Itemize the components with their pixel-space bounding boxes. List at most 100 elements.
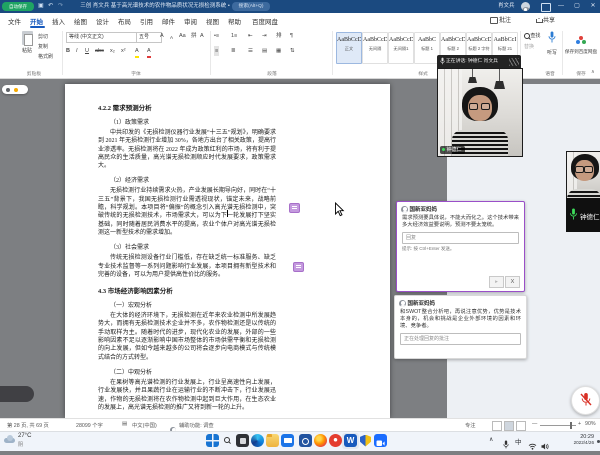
- grow-font-button[interactable]: A: [160, 31, 164, 41]
- close-button[interactable]: ✕: [586, 0, 600, 12]
- shrink-font-button[interactable]: A: [170, 33, 173, 43]
- zoom-out-button[interactable]: —: [532, 421, 537, 427]
- firefox-icon[interactable]: [314, 434, 327, 447]
- page-indicator[interactable]: 第 28 页, 共 69 页: [7, 421, 49, 429]
- zoom-slider-thumb[interactable]: [570, 422, 572, 429]
- bold-button[interactable]: B: [66, 46, 70, 56]
- comment-anchor-icon[interactable]: [289, 203, 300, 213]
- style-no-spacing-1[interactable]: AaBbCcD无间隔1: [388, 32, 414, 64]
- font-size-select[interactable]: 五号: [136, 32, 162, 43]
- decrease-indent-button[interactable]: ⇤: [248, 31, 253, 41]
- tray-clock[interactable]: 20:29 2022/4/26: [558, 434, 594, 445]
- style-no-spacing[interactable]: AaBbCcDx无间隔: [362, 32, 388, 64]
- view-web-layout-button[interactable]: [516, 421, 526, 431]
- highlight-color-button[interactable]: A: [135, 46, 139, 58]
- shading-button[interactable]: ▤: [262, 46, 267, 56]
- task-view-button[interactable]: [236, 434, 249, 447]
- taskbar-search-button[interactable]: [221, 434, 234, 447]
- tab-insert[interactable]: 插入: [52, 16, 65, 26]
- share-button[interactable]: 共享: [536, 15, 555, 24]
- cut-button[interactable]: 剪切: [38, 33, 48, 40]
- ime-indicator[interactable]: 中: [515, 436, 522, 446]
- video-feed-side[interactable]: [566, 151, 600, 200]
- undo-icon[interactable]: ↶: [48, 2, 53, 11]
- tencent-meeting-icon[interactable]: [374, 434, 387, 447]
- tab-help[interactable]: 帮助: [228, 16, 241, 26]
- docked-toolbar[interactable]: [0, 386, 34, 402]
- show-marks-button[interactable]: ¶: [290, 31, 293, 41]
- tab-home[interactable]: 开始: [30, 16, 43, 26]
- tray-expand-chevron[interactable]: ∧: [489, 436, 493, 443]
- tab-draw[interactable]: 绘图: [74, 16, 87, 26]
- view-read-mode-button[interactable]: [492, 421, 502, 431]
- comment-anchor-icon[interactable]: [293, 262, 304, 272]
- reading-mode-toggle[interactable]: [2, 85, 28, 94]
- word-icon[interactable]: W: [344, 434, 357, 447]
- align-right-button[interactable]: ☰: [248, 46, 253, 56]
- avatar[interactable]: [521, 2, 530, 11]
- tab-references[interactable]: 引用: [140, 16, 153, 26]
- minimize-button[interactable]: —: [554, 0, 568, 12]
- weather-temp[interactable]: 27°C: [18, 433, 31, 439]
- change-case-button[interactable]: Aa: [179, 31, 186, 41]
- align-center-button[interactable]: ≣: [231, 46, 236, 56]
- font-name-select[interactable]: 等线 (中文正文): [66, 32, 138, 43]
- tab-file[interactable]: 文件: [8, 16, 21, 26]
- speaking-indicator-bar[interactable]: 正在讲话: 钟德仁 肖文兵: [437, 55, 521, 68]
- participant-banner[interactable]: 钟德仁: [566, 198, 600, 232]
- focus-button[interactable]: 专注: [465, 421, 476, 429]
- subscript-button[interactable]: x₂: [110, 46, 115, 56]
- view-print-layout-button[interactable]: [504, 421, 514, 431]
- phonetic-guide-button[interactable]: 拼: [191, 31, 197, 41]
- line-spacing-button[interactable]: ⇅: [290, 46, 295, 56]
- superscript-button[interactable]: x²: [121, 46, 126, 56]
- comment-card[interactable]: 国新亚妈妈 和SWOT整合分析吧，再说注意优势，优势是技术本身的，机会和挑战是企…: [394, 295, 527, 359]
- save-icon[interactable]: ▣: [38, 2, 44, 11]
- wifi-icon[interactable]: [528, 437, 537, 455]
- tray-mic-icon[interactable]: [503, 436, 509, 454]
- borders-button[interactable]: ▦: [276, 46, 281, 56]
- bullets-button[interactable]: •≡: [214, 31, 219, 41]
- italic-button[interactable]: I: [76, 46, 78, 56]
- volume-icon[interactable]: [541, 437, 549, 455]
- document-page[interactable]: 4.2.2 需求预测分析 （1）政策需求 中共印发的《无损检测仪器行业发展“十三…: [65, 84, 390, 418]
- tab-layout[interactable]: 布局: [118, 16, 131, 26]
- post-reply-button[interactable]: ▸: [489, 276, 504, 288]
- cancel-reply-button[interactable]: X: [505, 276, 520, 288]
- start-button[interactable]: [206, 434, 219, 447]
- comments-button[interactable]: 批注: [490, 15, 511, 24]
- tab-baidu-netdisk[interactable]: 百度网盘: [252, 16, 278, 26]
- mail-icon[interactable]: [281, 434, 294, 447]
- proofing-icon[interactable]: ▤: [122, 421, 127, 427]
- replace-button[interactable]: 替换: [524, 43, 534, 50]
- maximize-button[interactable]: ▢: [570, 0, 584, 12]
- style-normal[interactable]: AaBbCcDx正文: [336, 32, 362, 64]
- comment-reply-input[interactable]: 回复: [402, 232, 519, 244]
- tab-design[interactable]: 设计: [96, 16, 109, 26]
- language-indicator[interactable]: 中文(中国): [132, 421, 157, 429]
- find-button[interactable]: 查找: [524, 32, 540, 39]
- underline-button[interactable]: U: [85, 46, 89, 56]
- account-name[interactable]: 肖文兵: [498, 2, 515, 11]
- save-to-baidu-button[interactable]: 保存到百度网盘: [564, 31, 598, 55]
- numbering-button[interactable]: 1≡: [231, 31, 237, 41]
- comment-card-active[interactable]: 国新亚妈妈 需求预测要具体说，不能大而化之。这个技术带来多大经济效益要说明，预测…: [396, 201, 525, 292]
- file-explorer-icon[interactable]: [266, 434, 279, 447]
- copy-button[interactable]: 复制: [38, 43, 48, 50]
- zoom-level[interactable]: 90%: [585, 421, 596, 427]
- dictate-button[interactable]: 听写: [543, 31, 561, 56]
- music-app-icon[interactable]: [329, 434, 342, 447]
- drag-handle-icon[interactable]: [509, 58, 519, 66]
- ribbon-display-options-icon[interactable]: [541, 3, 551, 12]
- character-border-button[interactable]: A: [200, 31, 204, 41]
- zoom-in-button[interactable]: +: [578, 421, 581, 427]
- strikethrough-button[interactable]: abc: [95, 46, 104, 56]
- video-feed-main[interactable]: 钟德仁: [437, 68, 523, 157]
- increase-indent-button[interactable]: ⇥: [262, 31, 267, 41]
- search-box[interactable]: 搜索(Alt+Q): [232, 2, 270, 11]
- align-left-button[interactable]: ≡: [214, 46, 219, 56]
- tab-mailings[interactable]: 邮件: [162, 16, 175, 26]
- tab-review[interactable]: 审阅: [184, 16, 197, 26]
- autosave-toggle[interactable]: 自动保存: [2, 2, 34, 11]
- sort-button[interactable]: 排: [276, 31, 282, 41]
